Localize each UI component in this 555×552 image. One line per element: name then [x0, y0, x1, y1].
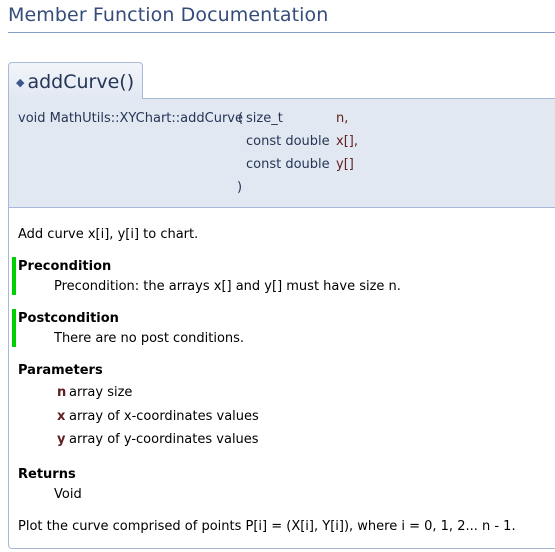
parameter-description: array of x-coordinates values [69, 409, 259, 424]
function-documentation: Add curve x[i], y[i] to chart. Precondit… [8, 208, 555, 549]
parameter-description: array of y-coordinates values [69, 432, 259, 447]
brief-description: Add curve x[i], y[i] to chart. [18, 227, 199, 242]
precondition-text: Precondition: the arrays x[] and y[] mus… [54, 279, 401, 294]
param-name: y[] [336, 157, 354, 172]
parameter-description: array size [69, 385, 133, 400]
prototype-close-paren: ) [237, 180, 243, 195]
parameter-name: n [57, 385, 67, 400]
postcondition-bar [12, 309, 16, 347]
function-prototype: void MathUtils::XYChart::addCurve ( size… [8, 98, 555, 208]
precondition-bar [12, 257, 16, 295]
prototype-signature: void MathUtils::XYChart::addCurve [18, 111, 243, 126]
section-title: Member Function Documentation [8, 4, 555, 33]
param-type: const double [246, 157, 330, 172]
param-name: x[], [336, 134, 358, 149]
prototype-open-paren: ( [238, 111, 244, 126]
parameter-name: y [57, 432, 66, 447]
postcondition-text: There are no post conditions. [54, 331, 245, 346]
parameters-title: Parameters [18, 363, 103, 378]
function-name: addCurve() [27, 71, 135, 93]
param-type: size_t [246, 111, 283, 126]
precondition-title: Precondition [18, 259, 112, 274]
param-name: n, [336, 111, 349, 126]
returns-text: Void [54, 487, 82, 502]
param-type: const double [246, 134, 330, 149]
function-title-tab: ◆ addCurve() [8, 62, 144, 99]
postcondition-title: Postcondition [18, 311, 119, 326]
parameter-name: x [57, 409, 66, 424]
returns-title: Returns [18, 467, 76, 482]
diamond-bullet-icon: ◆ [16, 76, 25, 89]
detailed-description: Plot the curve comprised of points P[i] … [18, 519, 516, 534]
